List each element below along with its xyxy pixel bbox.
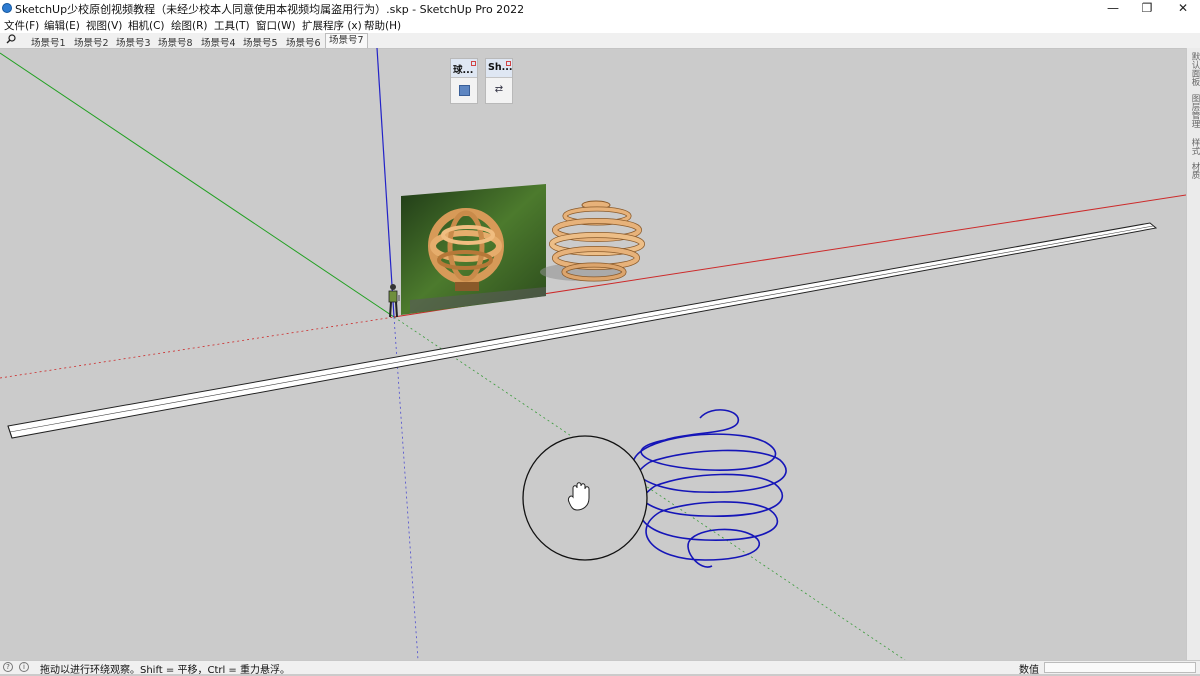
viewport-canvas[interactable] [0, 48, 1186, 660]
collapsed-tray: 默认面板 图层管理 样式 材质 [1186, 48, 1200, 660]
axes [0, 48, 1186, 660]
scene-tab-4[interactable]: 场景号4 [201, 35, 236, 49]
green-axis [0, 52, 395, 318]
search-icon[interactable] [6, 34, 16, 47]
tray-tab-layers[interactable]: 图层管理 [1189, 94, 1200, 128]
tray-tab-styles[interactable]: 样式 [1189, 138, 1200, 155]
blue-axis [376, 48, 395, 318]
menu-edit[interactable]: 编辑(E) [44, 18, 80, 33]
status-bar: ? i 拖动以进行环绕观察。Shift = 平移，Ctrl = 重力悬浮。 数值 [0, 660, 1200, 676]
menu-camera[interactable]: 相机(C) [128, 18, 165, 33]
menu-tools[interactable]: 工具(T) [214, 18, 250, 33]
scale-figure [388, 284, 400, 318]
sphere-plugin-toolbar[interactable]: 球... [450, 58, 478, 104]
tray-tab-default[interactable]: 默认面板 [1189, 52, 1200, 86]
menu-file[interactable]: 文件(F) [4, 18, 39, 33]
scene-tab-5[interactable]: 场景号5 [243, 35, 278, 49]
menu-window[interactable]: 窗口(W) [256, 18, 296, 33]
toolbar-close-icon[interactable] [506, 61, 511, 66]
scene-tab-8[interactable]: 场景号8 [158, 35, 193, 49]
scene-tabs-bar: 场景号1 场景号2 场景号3 场景号8 场景号4 场景号5 场景号6 场景号7 [0, 33, 1200, 49]
plugin-icon[interactable] [459, 85, 470, 96]
blue-helix-path [632, 409, 787, 568]
scene-tab-7[interactable]: 场景号7 [325, 33, 368, 48]
info-icon[interactable]: i [19, 662, 29, 672]
menu-view[interactable]: 视图(V) [86, 18, 122, 33]
menu-extensions[interactable]: 扩展程序 (x) [302, 18, 362, 33]
close-button[interactable]: ✕ [1166, 0, 1200, 17]
green-axis-negative [393, 316, 906, 660]
help-icon[interactable]: ? [3, 662, 13, 672]
scene-tab-2[interactable]: 场景号2 [74, 35, 109, 49]
shape-plugin-toolbar[interactable]: Sh... ⇄ [485, 58, 513, 104]
measurements-input[interactable] [1044, 662, 1196, 673]
menu-help[interactable]: 帮助(H) [364, 18, 401, 33]
title-bar: SketchUp少校原创视频教程（未经少校本人同意使用本视频均属盗用行为）.sk… [0, 0, 1200, 17]
minimize-button[interactable]: — [1096, 0, 1130, 17]
maximize-button[interactable]: ❐ [1130, 0, 1164, 17]
window-title: SketchUp少校原创视频教程（未经少校本人同意使用本视频均属盗用行为）.sk… [15, 3, 525, 16]
tray-tab-materials[interactable]: 材质 [1189, 162, 1200, 179]
blue-axis-negative [393, 316, 419, 660]
scene-tab-1[interactable]: 场景号1 [31, 35, 66, 49]
toolbar-close-icon[interactable] [471, 61, 476, 66]
sketchup-app-icon [2, 3, 12, 13]
toolbar-header[interactable]: Sh... [486, 59, 512, 78]
orbit-cursor [522, 435, 648, 561]
modeling-viewport[interactable] [0, 48, 1186, 660]
wood-spiral-sphere-model [540, 200, 645, 282]
toolbar-header[interactable]: 球... [451, 59, 477, 78]
reference-photo [401, 184, 546, 315]
swap-icon[interactable]: ⇄ [492, 83, 506, 97]
scene-tab-6[interactable]: 场景号6 [286, 35, 321, 49]
menu-bar: 文件(F) 编辑(E) 视图(V) 相机(C) 绘图(R) 工具(T) 窗口(W… [0, 17, 1200, 33]
scene-tab-3[interactable]: 场景号3 [116, 35, 151, 49]
menu-draw[interactable]: 绘图(R) [171, 18, 208, 33]
